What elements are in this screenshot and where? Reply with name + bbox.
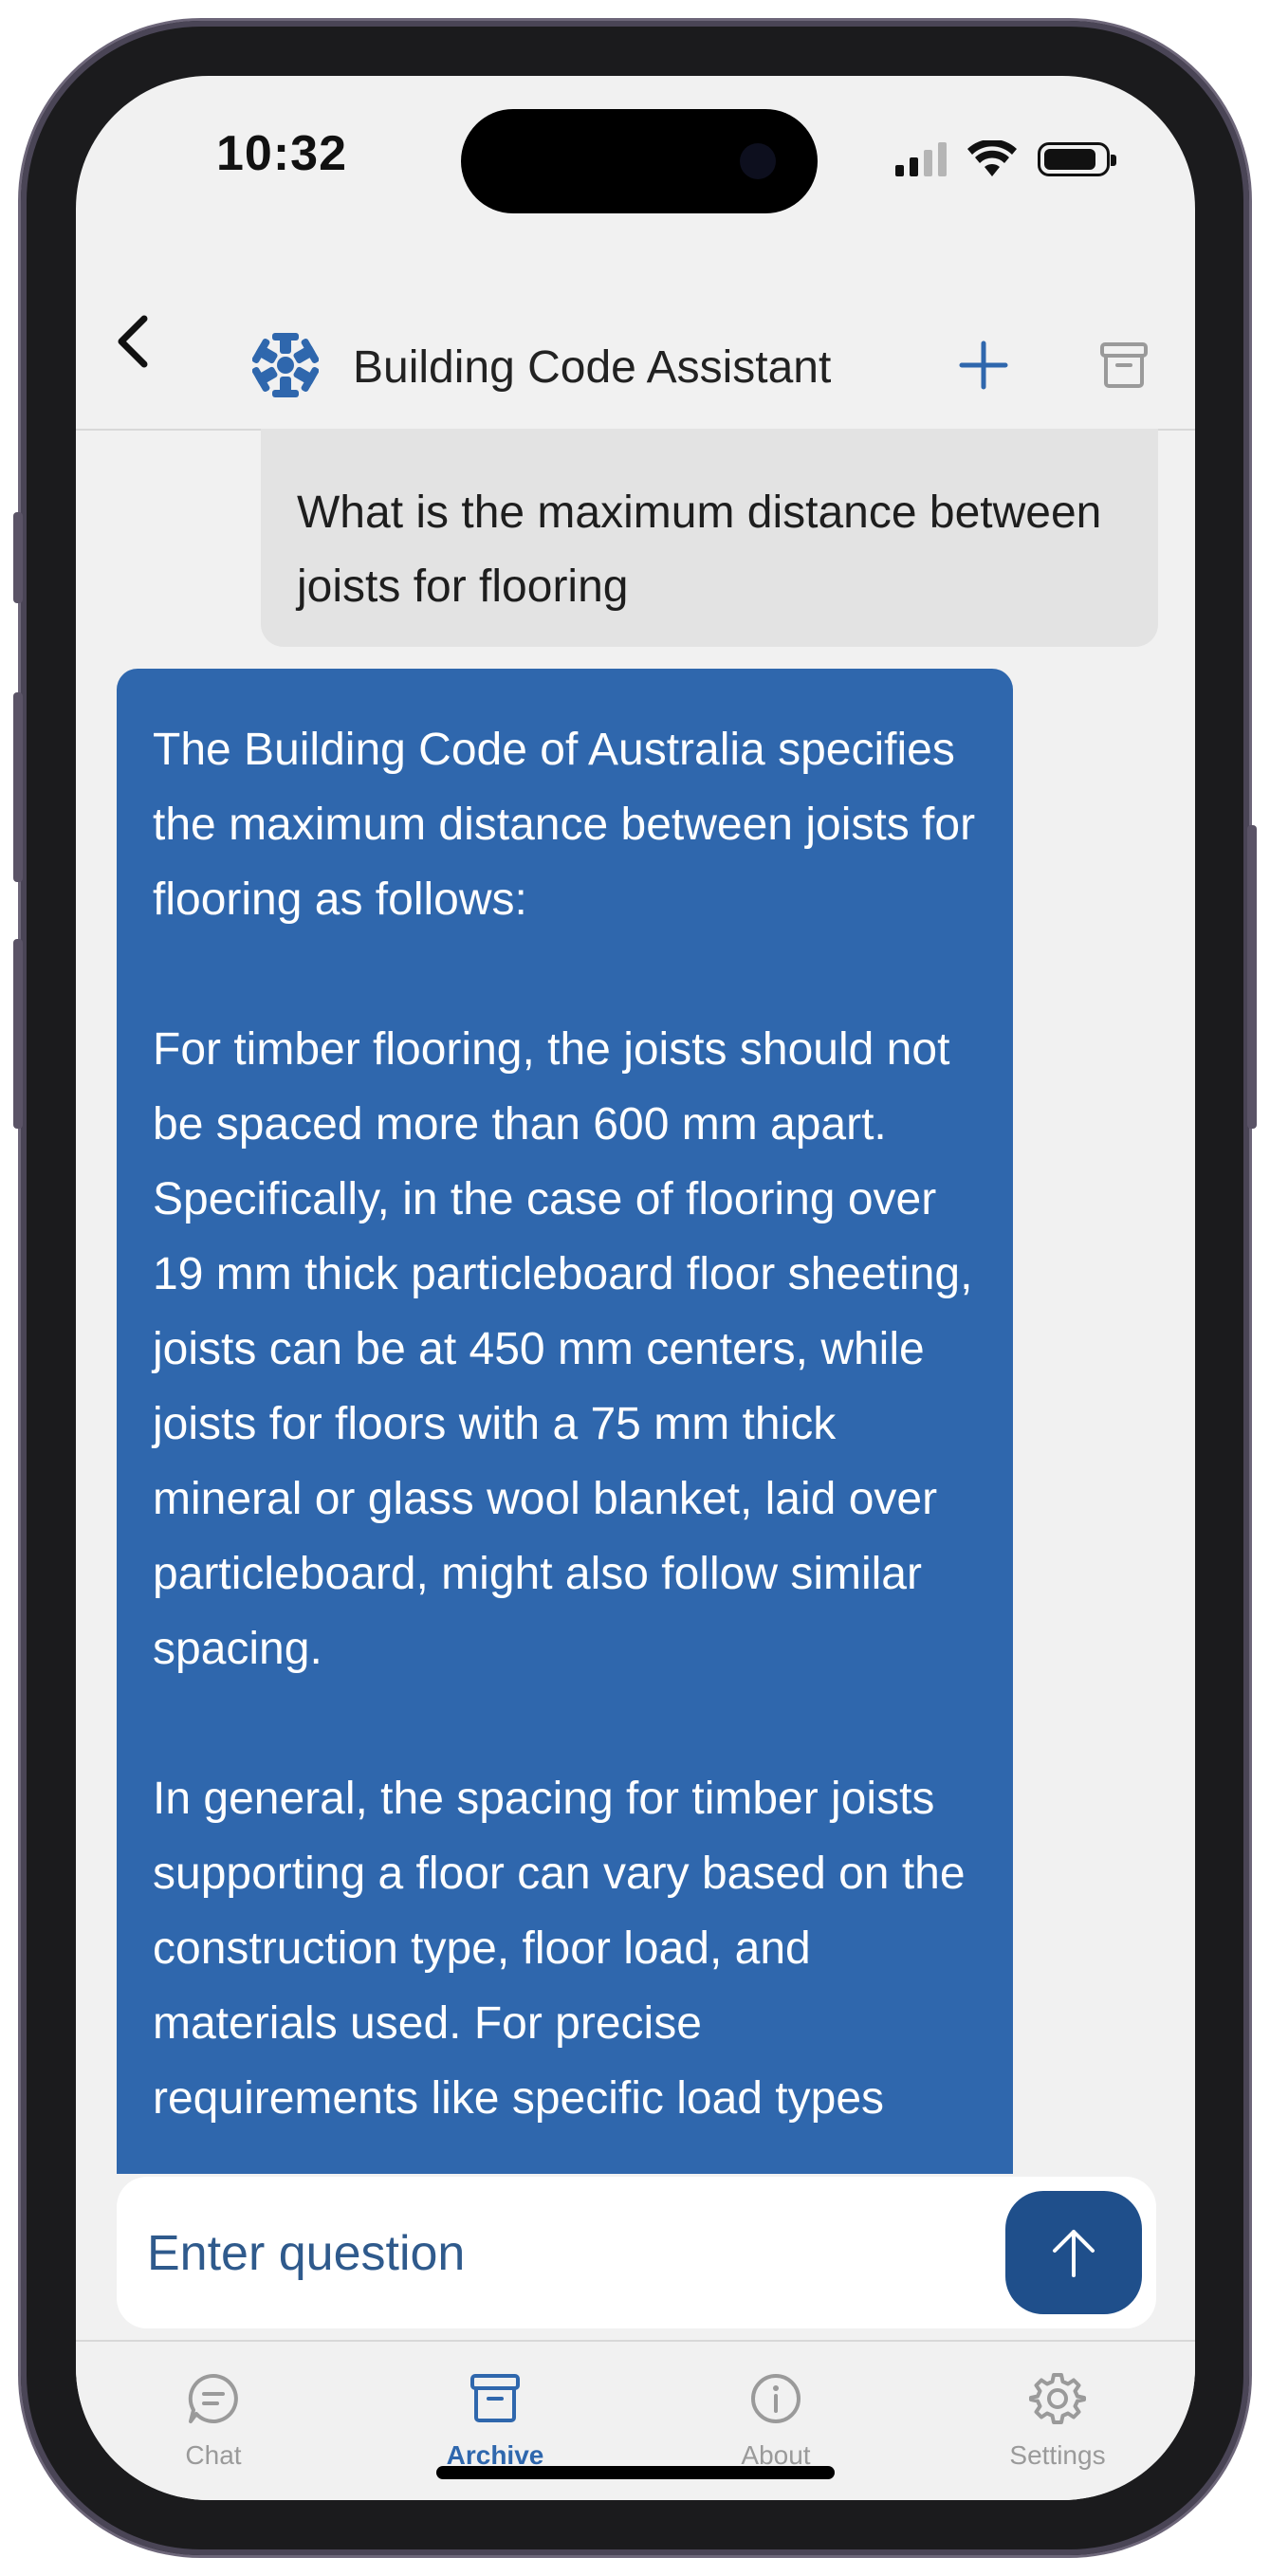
tab-chat[interactable]: Chat bbox=[119, 2370, 308, 2484]
status-bar: 10:32 bbox=[76, 76, 1195, 218]
composer bbox=[117, 2177, 1156, 2328]
power-button bbox=[1247, 825, 1257, 1129]
cellular-signal-icon bbox=[895, 142, 947, 176]
chevron-left-icon bbox=[118, 315, 148, 368]
volume-down-button bbox=[13, 939, 23, 1129]
gear-icon bbox=[1029, 2373, 1086, 2424]
user-message-text: What is the maximum distance between joi… bbox=[297, 488, 1102, 612]
home-indicator bbox=[436, 2466, 835, 2479]
assistant-paragraph: For timber flooring, the joists should n… bbox=[153, 1024, 973, 1674]
question-input[interactable] bbox=[145, 2215, 974, 2292]
arrow-up-icon bbox=[1053, 2230, 1095, 2277]
status-time: 10:32 bbox=[216, 126, 347, 181]
archive-chat-button[interactable] bbox=[1089, 330, 1159, 400]
screen: 10:32 Building Code Assistant What is th… bbox=[76, 76, 1195, 2500]
assistant-message-bubble: The Building Code of Australia specifies… bbox=[117, 669, 1013, 2174]
new-chat-button[interactable] bbox=[948, 330, 1019, 400]
chat-scroll-area[interactable]: What is the maximum distance between joi… bbox=[76, 429, 1195, 2174]
plus-icon bbox=[959, 340, 1008, 390]
assistant-paragraph: In general, the spacing for timber joist… bbox=[153, 1774, 966, 2124]
volume-up-button bbox=[13, 692, 23, 882]
tab-chat-label: Chat bbox=[185, 2440, 242, 2470]
tab-settings-label: Settings bbox=[1009, 2440, 1106, 2470]
navigation-bar: Building Code Assistant bbox=[76, 218, 1195, 431]
chat-bubble-icon bbox=[188, 2373, 238, 2423]
action-button bbox=[13, 512, 23, 603]
snowflake-logo-icon bbox=[252, 333, 319, 397]
assistant-paragraph: The Building Code of Australia specifies… bbox=[153, 725, 976, 925]
send-button[interactable] bbox=[1005, 2191, 1142, 2314]
user-message-bubble: What is the maximum distance between joi… bbox=[261, 429, 1158, 647]
back-button[interactable] bbox=[95, 304, 171, 379]
page-title: Building Code Assistant bbox=[353, 342, 832, 393]
archive-box-icon bbox=[1100, 342, 1148, 388]
dynamic-island bbox=[461, 109, 818, 213]
camera-icon bbox=[740, 143, 776, 179]
status-icons bbox=[895, 140, 1116, 178]
archive-box-icon bbox=[470, 2374, 520, 2422]
wifi-icon bbox=[967, 140, 1017, 176]
info-circle-icon bbox=[751, 2374, 801, 2423]
battery-icon bbox=[1038, 142, 1116, 176]
tab-settings[interactable]: Settings bbox=[963, 2370, 1152, 2484]
